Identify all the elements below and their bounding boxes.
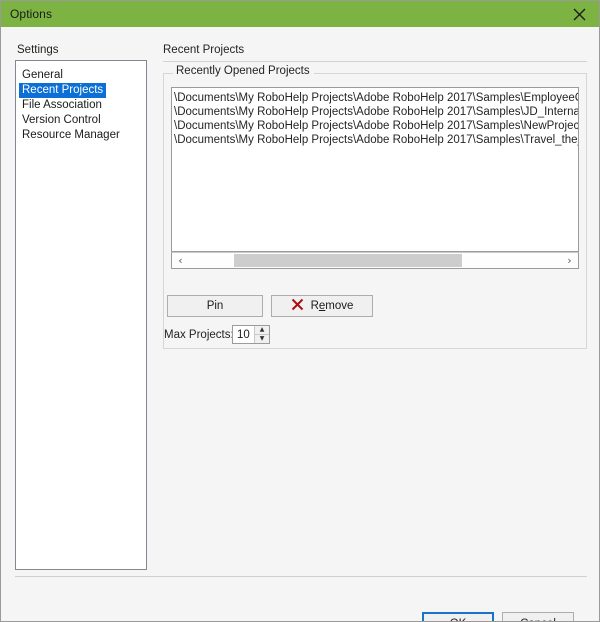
settings-row: Version Control bbox=[16, 110, 146, 126]
settings-row: Recent Projects bbox=[16, 80, 146, 98]
group-legend: Recently Opened Projects bbox=[173, 65, 314, 77]
stepper-down-icon[interactable]: ▼ bbox=[255, 335, 269, 343]
page-title: Recent Projects bbox=[163, 44, 245, 56]
remove-label-part2: move bbox=[325, 300, 354, 312]
stepper-buttons: ▲ ▼ bbox=[254, 326, 269, 343]
options-dialog: Options Settings General Recent Projects… bbox=[0, 0, 600, 622]
scrollbar-track[interactable] bbox=[189, 253, 561, 268]
horizontal-scrollbar[interactable]: ‹ › bbox=[171, 252, 579, 269]
remove-button-label: Remove bbox=[311, 300, 354, 312]
window-titlebar: Options bbox=[1, 1, 599, 27]
remove-label-part1: R bbox=[310, 300, 319, 312]
scrollbar-thumb[interactable] bbox=[234, 254, 462, 267]
remove-button[interactable]: Remove bbox=[271, 295, 373, 317]
max-projects-value[interactable]: 10 bbox=[233, 326, 254, 343]
scroll-left-arrow-icon[interactable]: ‹ bbox=[172, 253, 189, 268]
red-x-icon bbox=[291, 298, 304, 314]
recent-projects-listbox[interactable]: \Documents\My RoboHelp Projects\Adobe Ro… bbox=[171, 87, 579, 252]
settings-row: Resource Manager bbox=[16, 125, 146, 143]
footer-divider bbox=[15, 576, 587, 577]
pin-button[interactable]: Pin bbox=[167, 295, 263, 317]
ok-button[interactable]: OK bbox=[422, 612, 494, 622]
settings-list[interactable]: General Recent Projects File Association… bbox=[15, 60, 147, 570]
list-item[interactable]: \Documents\My RoboHelp Projects\Adobe Ro… bbox=[172, 119, 578, 133]
sidebar-item-resource-manager[interactable]: Resource Manager bbox=[19, 128, 123, 143]
ok-button-label: OK bbox=[450, 618, 467, 622]
cancel-button[interactable]: Cancel bbox=[502, 612, 574, 622]
max-projects-stepper[interactable]: 10 ▲ ▼ bbox=[232, 325, 270, 344]
max-projects-label: Max Projects: bbox=[164, 329, 234, 341]
settings-label: Settings bbox=[17, 44, 59, 56]
list-item[interactable]: \Documents\My RoboHelp Projects\Adobe Ro… bbox=[172, 91, 578, 105]
settings-row: File Association bbox=[16, 95, 146, 111]
settings-row: General bbox=[16, 65, 146, 81]
scroll-right-arrow-icon[interactable]: › bbox=[561, 253, 578, 268]
close-button[interactable] bbox=[557, 1, 599, 27]
pane-divider bbox=[163, 61, 587, 62]
list-item[interactable]: \Documents\My RoboHelp Projects\Adobe Ro… bbox=[172, 133, 578, 147]
list-item[interactable]: \Documents\My RoboHelp Projects\Adobe Ro… bbox=[172, 105, 578, 119]
window-title: Options bbox=[10, 7, 53, 21]
pin-button-label: Pin bbox=[206, 300, 224, 312]
stepper-up-icon[interactable]: ▲ bbox=[255, 326, 269, 335]
close-icon bbox=[573, 8, 586, 21]
recent-projects-list: \Documents\My RoboHelp Projects\Adobe Ro… bbox=[172, 88, 578, 147]
dialog-client-area: Settings General Recent Projects File As… bbox=[1, 27, 599, 622]
cancel-button-label: Cancel bbox=[520, 618, 556, 622]
